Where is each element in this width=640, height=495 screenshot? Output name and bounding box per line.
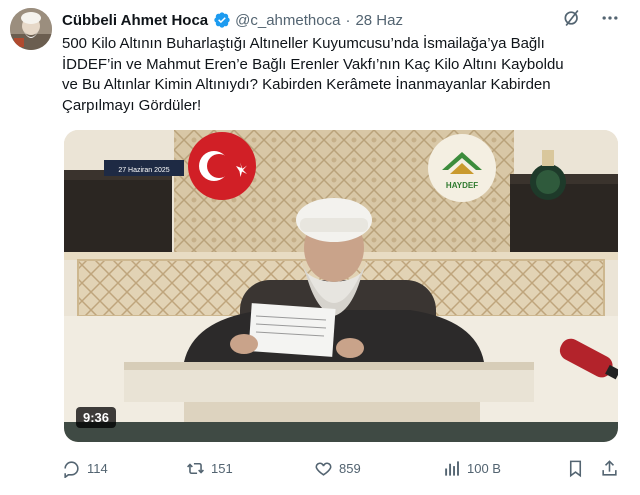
- logo-text: HAYDEF: [446, 181, 478, 190]
- reply-count: 114: [87, 460, 108, 476]
- video-player[interactable]: 27 Haziran 2025 HAYDEF 9:36: [64, 130, 618, 442]
- tweet-header: Cübbeli Ahmet Hoca @c_ahmethoca · 28 Haz: [62, 8, 620, 32]
- tweet-text-line: Çarpılmayı Gördüler!: [62, 96, 202, 114]
- avatar[interactable]: [10, 8, 52, 50]
- verified-badge-icon: [213, 11, 231, 29]
- share-button[interactable]: [600, 456, 619, 480]
- tweet-text: 500 Kilo Altının Buharlaştığı Altıneller…: [62, 34, 622, 116]
- action-bar: 114 151 859 100 B: [62, 456, 622, 480]
- retweet-button[interactable]: 151: [186, 456, 233, 480]
- like-count: 859: [339, 460, 361, 476]
- separator: ·: [345, 11, 351, 29]
- heart-icon: [314, 459, 333, 478]
- tweet-text-line: 500 Kilo Altının Buharlaştığı Altıneller…: [62, 35, 545, 52]
- views-button[interactable]: 100 B: [442, 456, 501, 480]
- video-date-label: 27 Haziran 2025: [118, 167, 169, 174]
- bookmark-icon: [566, 459, 585, 478]
- share-icon: [600, 459, 619, 478]
- retweet-count: 151: [211, 460, 233, 476]
- avatar-image: [10, 8, 52, 50]
- tweet-date[interactable]: 28 Haz: [355, 12, 403, 29]
- bookmark-button[interactable]: [566, 456, 585, 480]
- more-options-icon[interactable]: [600, 8, 620, 32]
- reply-button[interactable]: 114: [62, 456, 108, 480]
- author-name[interactable]: Cübbeli Ahmet Hoca: [62, 12, 208, 29]
- video-frame: 27 Haziran 2025 HAYDEF: [64, 130, 618, 442]
- views-chart-icon: [442, 459, 461, 478]
- reply-icon: [62, 459, 81, 478]
- like-button[interactable]: 859: [314, 456, 361, 480]
- author-handle[interactable]: @c_ahmethoca: [235, 12, 340, 29]
- tweet-text-line: İDDEF’in ve Mahmut Eren’e Bağlı Erenler …: [62, 55, 564, 73]
- retweet-icon: [186, 459, 205, 478]
- tweet-text-line: ve Bu Altınlar Kimin Altınıydı? Kabirden…: [62, 76, 551, 93]
- views-count: 100 B: [467, 460, 501, 476]
- video-duration: 9:36: [76, 407, 117, 428]
- grok-icon[interactable]: [562, 8, 582, 32]
